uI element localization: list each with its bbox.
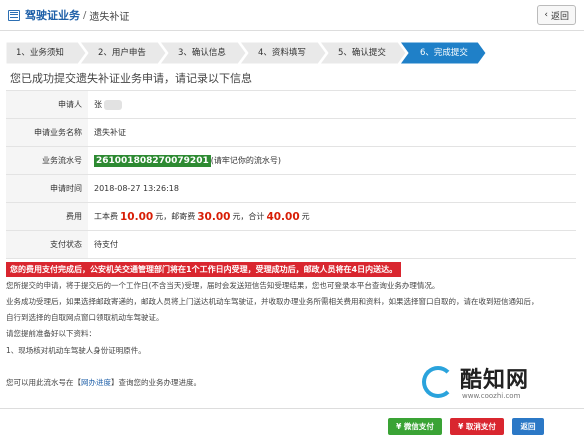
check-progress-text: 您可以用此流水号在【网办进度】查询您的业务办理进度。 — [6, 377, 201, 388]
application-info-table: 申请人 张 申请业务名称 遗失补证 业务流水号 2610018082700792… — [6, 90, 576, 259]
progress-link[interactable]: 网办进度 — [81, 378, 111, 387]
applicant-label: 申请人 — [6, 91, 88, 118]
back-button-label: 返回 — [550, 11, 569, 22]
fee-text: 元，合计 — [232, 212, 265, 221]
page-title: 您已成功提交遗失补证业务申请，请记录以下信息 — [10, 72, 252, 85]
info-paragraph: 业务成功受理后，如果选择邮政寄递的，邮政人员将上门送达机动车驾驶证，并收取办理业… — [6, 297, 539, 306]
top-bar: 驾驶证业务 / 遗失补证 ‹ 返回 — [0, 0, 584, 31]
breadcrumb-current: 遗失补证 — [89, 11, 130, 23]
info-paragraph: 您所提交的申请，将于提交后的一个工作日(不含当天)受理，届时会发送短信告知受理结… — [6, 281, 440, 290]
list-icon — [8, 9, 20, 21]
breadcrumb-root[interactable]: 驾驶证业务 — [25, 7, 80, 23]
biz-name-label: 申请业务名称 — [6, 119, 88, 146]
step-2: 2、用户申告 — [98, 48, 146, 58]
notice-banner: 您的费用支付完成后，公安机关交通管理部门将在1个工作日内受理，受理成功后，邮政人… — [6, 262, 402, 277]
step-5: 5、确认提交 — [338, 48, 386, 58]
biz-name-value: 遗失补证 — [94, 128, 126, 137]
breadcrumb-separator: / — [83, 9, 87, 21]
step-1: 1、业务须知 — [16, 48, 64, 58]
step-4: 4、资料填写 — [258, 48, 306, 58]
step-3: 3、确认信息 — [178, 48, 226, 58]
postage-amount: 30.00 — [197, 210, 231, 223]
serial-note: (请牢记你的流水号) — [210, 156, 281, 165]
fee-amount: 10.00 — [120, 210, 154, 223]
watermark-text: 酷知网 — [460, 368, 530, 393]
total-amount: 40.00 — [266, 210, 300, 223]
info-paragraph: 1、现场核对机动车驾驶人身份证明原件。 — [6, 346, 146, 355]
fee-label: 费用 — [6, 203, 88, 230]
pay-status-label: 支付状态 — [6, 231, 88, 258]
info-paragraph: 自行到选择的自取网点窗口领取机动车驾驶证。 — [6, 313, 164, 322]
fee-text: 元 — [301, 212, 310, 221]
pay-status-value: 待支付 — [94, 240, 118, 249]
serial-label: 业务流水号 — [6, 147, 88, 174]
watermark-logo-icon — [422, 366, 454, 398]
back-button[interactable]: ‹ 返回 — [537, 5, 576, 25]
time-label: 申请时间 — [6, 175, 88, 202]
chevron-left-icon: ‹ — [544, 10, 548, 20]
table-row: 申请业务名称 遗失补证 — [6, 119, 576, 147]
fee-text: 工本费 — [94, 212, 118, 221]
check-text: 您可以用此流水号在【 — [6, 378, 81, 387]
wechat-pay-button[interactable]: ¥ 微信支付 — [388, 418, 442, 435]
check-text: 】查询您的业务办理进度。 — [111, 378, 201, 387]
time-value: 2018-08-27 13:26:18 — [94, 184, 179, 193]
footer-back-button[interactable]: 返回 — [512, 418, 544, 435]
watermark: 酷知网 www.coozhi.com — [422, 362, 572, 404]
table-row: 申请人 张 — [6, 91, 576, 119]
table-row: 费用 工本费 10.00 元，邮寄费 30.00 元，合计 40.00 元 — [6, 203, 576, 231]
applicant-value: 张 — [94, 100, 102, 109]
footer-bar: ¥ 微信支付 ¥ 取消支付 返回 — [0, 408, 584, 439]
table-row: 支付状态 待支付 — [6, 231, 576, 259]
watermark-url: www.coozhi.com — [462, 392, 521, 400]
serial-number: 261001808270079201 — [94, 154, 211, 167]
redacted-name — [104, 99, 122, 110]
table-row: 业务流水号 261001808270079201 (请牢记你的流水号) — [6, 147, 576, 175]
info-paragraph: 请您提前准备好以下资料： — [6, 329, 96, 338]
table-row: 申请时间 2018-08-27 13:26:18 — [6, 175, 576, 203]
fee-text: 元，邮寄费 — [155, 212, 196, 221]
cancel-pay-button[interactable]: ¥ 取消支付 — [450, 418, 504, 435]
step-6: 6、完成提交 — [420, 48, 468, 58]
progress-steps: 1、业务须知 2、用户申告 3、确认信息 4、资料填写 5、确认提交 6、完成提… — [0, 42, 584, 64]
